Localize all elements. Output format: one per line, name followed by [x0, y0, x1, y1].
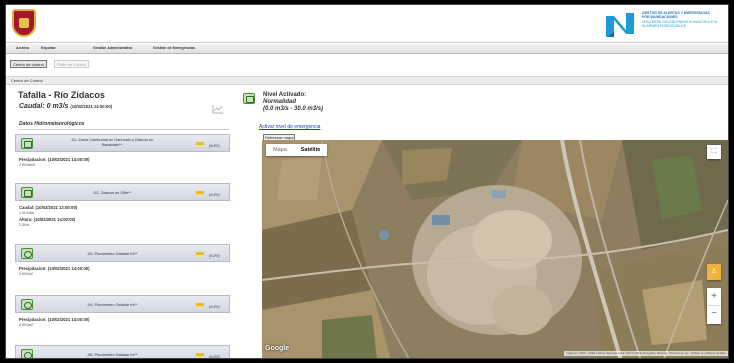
station-card[interactable]: -02- Zidacos en Olite** (KURV)	[15, 183, 230, 201]
kurv-label: (KURV)	[209, 193, 220, 197]
rain-gauge-icon	[21, 248, 33, 259]
map-type-tabs: Mapa Satélite	[266, 144, 328, 156]
kurv-label: (KURV)	[209, 355, 220, 359]
nivel-block: Nivel Activado: Normalidad (0.0 m3/s - 3…	[263, 92, 323, 112]
reading-value: 2.00 mm/h	[19, 163, 36, 167]
nivel-state: Normalidad	[263, 98, 297, 105]
kurv-label: (KURV)	[209, 305, 220, 309]
zoom-in-button[interactable]: +	[707, 288, 721, 306]
brand-text: GESTOR DE ALERTAS Y EMERGENCIAS POR INUN…	[642, 11, 724, 29]
level-flag-icon	[196, 303, 204, 308]
rain-gauge-icon	[21, 349, 33, 358]
level-flag-icon	[196, 353, 204, 358]
reading-label: Caudal: (10/02/2021 13:50:00)	[19, 205, 78, 210]
card-title: -02- Zidacos en Olite**	[92, 191, 132, 195]
map-attribution[interactable]: Imágenes ©2021 , CNES / Airbus, Datos de…	[564, 351, 728, 356]
reading-value: 0.00 l/m2	[19, 272, 33, 276]
station-panel: Tafalla - Río Zidacos Caudal: 0 m3/s (10…	[11, 88, 233, 359]
activar-emergencia-link[interactable]: Activar nivel de emergencia	[259, 124, 320, 130]
kurv-label: (KURV)	[209, 144, 220, 148]
level-flag-icon	[196, 252, 204, 257]
reading-label: Precipitacion: (10/02/2021 14:00:00)	[19, 157, 90, 162]
street-view-pegman-icon[interactable]: ♙	[707, 264, 721, 280]
card-title: -04- Pluviómetro Gafadar Ini**	[86, 303, 138, 307]
breadcrumb: Centro de Control	[6, 76, 728, 85]
card-title: -03- Pluviómetro Gafadar Ini**	[86, 252, 138, 256]
menu-exportar[interactable]: Exportar	[41, 46, 56, 50]
fullscreen-icon[interactable]: ⛶	[707, 145, 721, 159]
station-card[interactable]: -01- Zarna Cambronal en Garinoain y Zida…	[15, 134, 230, 152]
nivel-panel: Nivel Activado: Normalidad (0.0 m3/s - 3…	[235, 88, 728, 358]
menu-gestion-emergencias[interactable]: Gestión de Emergencias	[153, 46, 195, 50]
level-status-icon	[243, 93, 255, 104]
zoom-control: + −	[707, 288, 721, 324]
brand-sub-line: ALARMEN KUDEATZAILEA	[642, 24, 686, 29]
tab-satelite[interactable]: Satélite	[294, 144, 328, 156]
nivel-range: (0.0 m3/s - 30.0 m3/s)	[263, 105, 324, 112]
station-card[interactable]: -05- Pluviómetro Gafadar Ini** (KURV)	[15, 345, 230, 359]
reading-value: 0.00 l/m2	[19, 323, 33, 327]
card-title: -05- Pluviómetro Gafadar Ini**	[86, 353, 138, 357]
card-title-line: Barasoain**	[101, 142, 123, 147]
card-title: -01- Zarna Cambronal en Garinoain y Zida…	[46, 138, 178, 147]
toolbar: Centro de control Parte de Control	[6, 58, 728, 72]
brand-block: GESTOR DE ALERTAS Y EMERGENCIAS POR INUN…	[604, 10, 724, 40]
rain-gauge-icon	[21, 299, 33, 310]
sensor-icon	[21, 187, 33, 198]
zoom-out-button[interactable]: −	[707, 306, 721, 324]
app-window: GESTOR DE ALERTAS Y EMERGENCIAS POR INUN…	[5, 4, 729, 359]
reading-label: Altura: (10/02/2021 14:00:00)	[19, 217, 76, 222]
station-title: Tafalla - Río Zidacos	[18, 90, 105, 100]
centro-control-button[interactable]: Centro de control	[10, 60, 47, 68]
reading-label: Precipitacion: (10/02/2021 14:00:00)	[19, 266, 90, 271]
chart-icon[interactable]	[212, 104, 224, 114]
station-caudal: Caudal: 0 m3/s (10/02/2021 14:00:00)	[19, 103, 112, 110]
menu-archivo[interactable]: Archivo	[16, 46, 29, 50]
reading-value: 2.31 m3/s	[19, 211, 34, 215]
parte-control-button: Parte de Control	[54, 60, 90, 68]
kurv-label: (KURV)	[209, 254, 220, 258]
menu-gestion-administrativa[interactable]: Gestión Administrativa	[93, 46, 132, 50]
app-header: GESTOR DE ALERTAS Y EMERGENCIAS POR INUN…	[6, 5, 728, 43]
breadcrumb-current: Centro de Control	[11, 78, 43, 83]
level-flag-icon	[196, 142, 204, 147]
reading-value: 2.34 m	[19, 223, 30, 227]
google-logo: Google	[265, 345, 290, 352]
menu-bar: Archivo Exportar Gestión Administrativa …	[6, 44, 728, 54]
reading-label: Precipitacion: (10/02/2021 14:00:00)	[19, 317, 90, 322]
datos-title: Datos Hidrometeorológicos	[19, 121, 229, 130]
satellite-map[interactable]: Mapa Satélite ⛶ ♙ + − Google Imágenes ©2…	[262, 140, 728, 358]
station-card[interactable]: -04- Pluviómetro Gafadar Ini** (KURV)	[15, 295, 230, 313]
navarra-shield-logo	[12, 9, 36, 37]
caudal-value: Caudal: 0 m3/s	[19, 103, 69, 110]
level-flag-icon	[196, 191, 204, 196]
station-card[interactable]: -03- Pluviómetro Gafadar Ini** (KURV)	[15, 244, 230, 262]
satellite-imagery	[262, 140, 728, 358]
brand-logo-icon	[606, 13, 634, 37]
nivel-title: Nivel Activado:	[263, 92, 307, 98]
caudal-timestamp: (10/02/2021 14:00:00)	[70, 104, 113, 109]
sensor-icon	[21, 138, 33, 149]
tab-mapa[interactable]: Mapa	[266, 144, 294, 156]
